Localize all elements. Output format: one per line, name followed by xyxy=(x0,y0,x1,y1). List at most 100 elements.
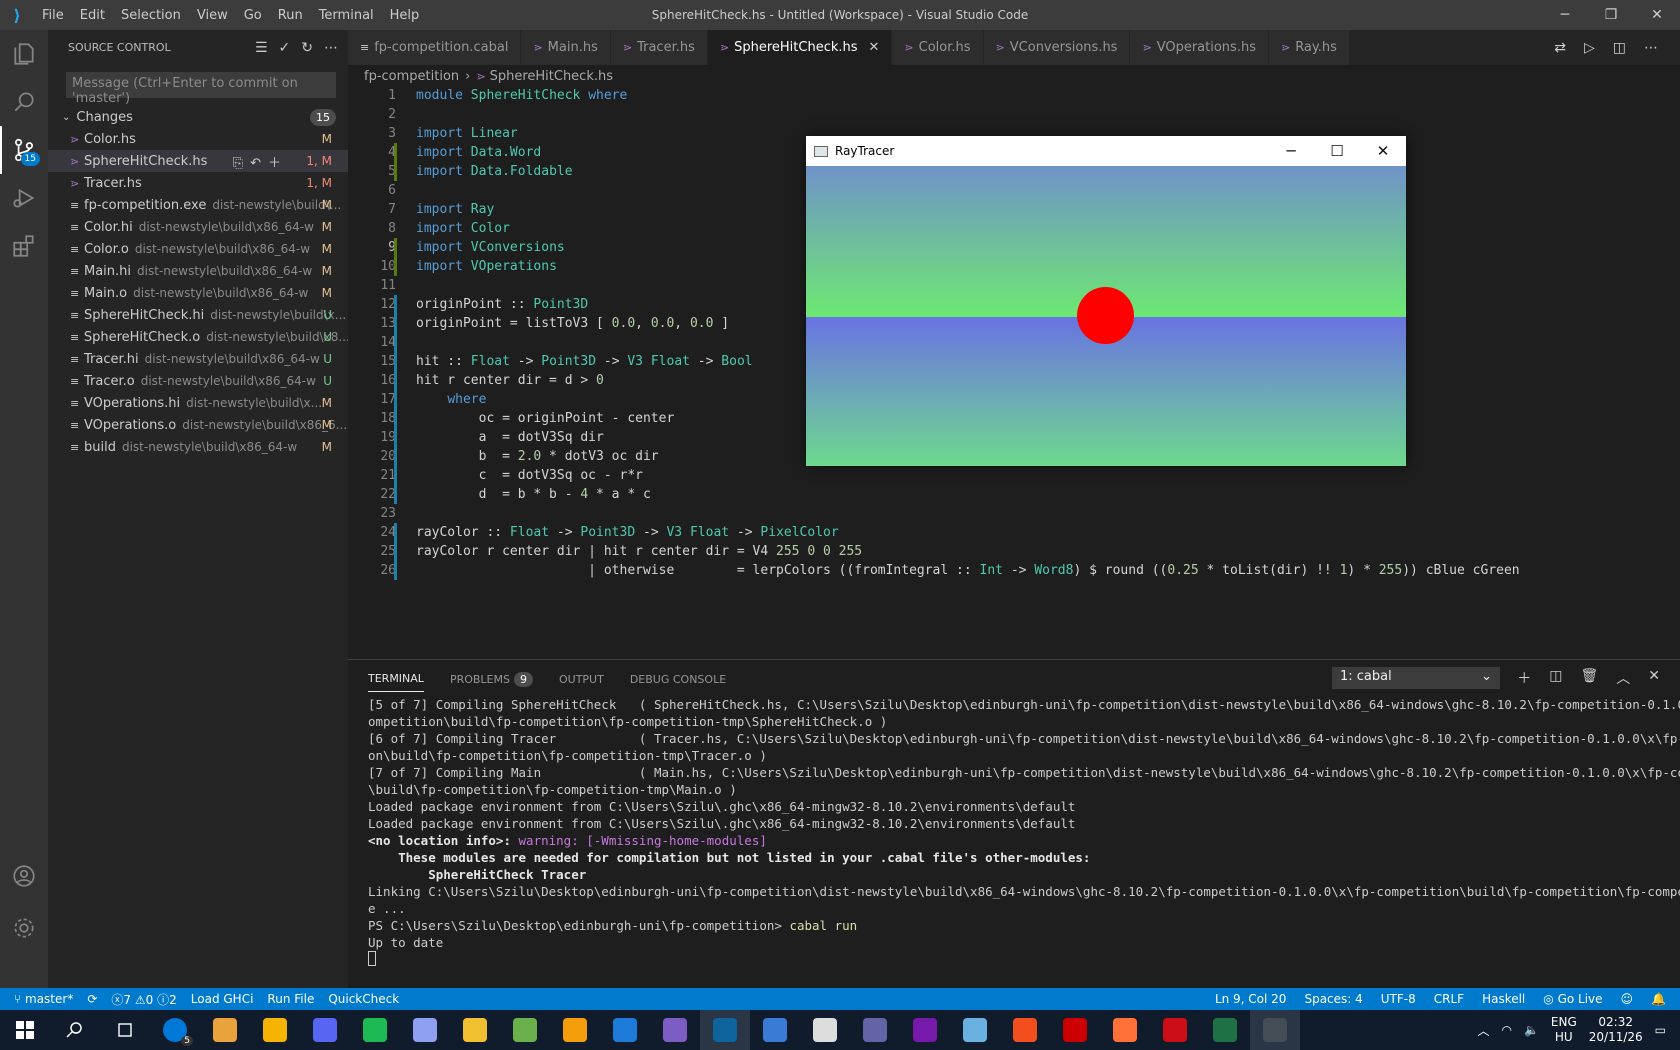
code-line[interactable]: 2 xyxy=(348,105,1548,124)
code-line[interactable]: 22 d = b * b - 4 * a * c xyxy=(348,485,1548,504)
volume-icon[interactable]: 🔈 xyxy=(1524,1023,1539,1037)
notification-center-icon[interactable]: ▭ xyxy=(1655,1023,1666,1037)
menu-run[interactable]: Run xyxy=(270,8,311,23)
taskbar-app[interactable] xyxy=(250,1010,300,1050)
refresh-icon[interactable]: ↻ xyxy=(301,40,313,56)
menu-view[interactable]: View xyxy=(189,8,236,23)
problems-indicator[interactable]: ⓧ7 ⚠0 ⓘ2 xyxy=(111,991,176,1008)
sync-icon[interactable]: ⟳ xyxy=(87,992,97,1006)
menu-file[interactable]: File xyxy=(34,8,72,23)
editor-tab[interactable]: ⋗ Main.hs xyxy=(521,30,611,65)
encoding[interactable]: UTF-8 xyxy=(1381,992,1416,1006)
taskbar-app[interactable] xyxy=(1000,1010,1050,1050)
raytracer-titlebar[interactable]: RayTracer ─ ☐ ✕ xyxy=(806,136,1406,166)
run-debug-button[interactable] xyxy=(0,174,48,222)
minimize-button[interactable]: ─ xyxy=(1542,0,1588,30)
taskbar-app[interactable] xyxy=(350,1010,400,1050)
changed-file-item[interactable]: ≡ Main.hi dist-newstyle\build\x86_64-wind.… xyxy=(48,260,348,282)
git-change-marker[interactable] xyxy=(394,238,397,276)
taskbar-app[interactable] xyxy=(750,1010,800,1050)
more-actions-icon[interactable]: ⋯ xyxy=(324,40,338,56)
cursor-position[interactable]: Ln 9, Col 20 xyxy=(1215,992,1287,1006)
maximize-panel-icon[interactable]: ︿ xyxy=(1616,668,1630,688)
taskbar-app[interactable] xyxy=(850,1010,900,1050)
menu-help[interactable]: Help xyxy=(382,8,428,23)
editor-tab[interactable]: ⋗ Tracer.hs xyxy=(610,30,708,65)
changed-file-item[interactable]: ≡ Tracer.o dist-newstyle\build\x86_64-wind… xyxy=(48,370,348,392)
code-line[interactable]: 1 module SphereHitCheck where xyxy=(348,86,1548,105)
changed-file-item[interactable]: ⋗ Color.hs M xyxy=(48,128,348,150)
feedback-icon[interactable]: ☺ xyxy=(1621,992,1634,1006)
settings-button[interactable] xyxy=(0,904,48,952)
taskbar-app[interactable] xyxy=(500,1010,550,1050)
minimap[interactable] xyxy=(1548,86,1680,646)
git-change-marker[interactable] xyxy=(394,295,397,504)
changed-file-item[interactable]: ≡ Color.hi dist-newstyle\build\x86_64-wind… xyxy=(48,216,348,238)
commit-check-icon[interactable]: ✓ xyxy=(279,40,291,56)
tab-terminal[interactable]: TERMINAL xyxy=(368,666,424,692)
code-line[interactable]: 26 | otherwise = lerpColors ((fromIntegr… xyxy=(348,561,1548,580)
restore-button[interactable]: ❐ xyxy=(1588,0,1634,30)
git-change-marker[interactable] xyxy=(394,523,397,580)
changed-file-item[interactable]: ≡ Main.o dist-newstyle\build\x86_64-windo.… xyxy=(48,282,348,304)
raytracer-minimize-button[interactable]: ─ xyxy=(1268,136,1314,166)
editor-tab[interactable]: ⋗ Color.hs xyxy=(892,30,984,65)
code-line[interactable]: 25 rayColor r center dir | hit r center d… xyxy=(348,542,1548,561)
input-language[interactable]: ENG HU xyxy=(1551,1015,1577,1045)
close-tab-icon[interactable]: ✕ xyxy=(869,40,880,55)
taskbar-app[interactable] xyxy=(950,1010,1000,1050)
breadcrumb-folder[interactable]: fp-competition xyxy=(364,69,459,84)
clock[interactable]: 02:32 20/11/26 xyxy=(1589,1015,1643,1045)
changed-file-item[interactable]: ≡ VOperations.hi dist-newstyle\build\x... M xyxy=(48,392,348,414)
close-button[interactable]: ✕ xyxy=(1634,0,1680,30)
editor-tab[interactable]: ⋗ Ray.hs xyxy=(1268,30,1350,65)
tab-debug-console[interactable]: DEBUG CONSOLE xyxy=(630,673,726,686)
menu-selection[interactable]: Selection xyxy=(113,8,189,23)
editor-tab[interactable]: ⋗ SphereHitCheck.hs ✕ xyxy=(707,30,893,65)
taskbar-app[interactable] xyxy=(800,1010,850,1050)
taskbar-app[interactable] xyxy=(1050,1010,1100,1050)
editor-tab[interactable]: ⋗ VOperations.hs xyxy=(1130,30,1269,65)
git-change-marker[interactable] xyxy=(394,143,397,181)
taskbar-app[interactable] xyxy=(300,1010,350,1050)
changed-file-item[interactable]: ≡ SphereHitCheck.o dist-newstyle\build\x8.… xyxy=(48,326,348,348)
chevron-up-icon[interactable]: ︿ xyxy=(1477,1022,1489,1039)
raytracer-maximize-button[interactable]: ☐ xyxy=(1314,136,1360,166)
view-as-tree-icon[interactable]: ☰ xyxy=(255,40,268,56)
run-icon[interactable]: ▷ xyxy=(1584,40,1595,56)
run-file-button[interactable]: Run File xyxy=(267,992,314,1006)
taskbar-app[interactable] xyxy=(1100,1010,1150,1050)
accounts-button[interactable] xyxy=(0,852,48,900)
notifications-icon[interactable]: 🔔 xyxy=(1651,992,1666,1006)
code-line[interactable]: 21 c = dotV3Sq oc - r*r xyxy=(348,466,1548,485)
taskbar-app[interactable] xyxy=(1150,1010,1200,1050)
new-terminal-icon[interactable]: ＋ xyxy=(1517,668,1531,688)
taskbar-app[interactable] xyxy=(450,1010,500,1050)
quickcheck-button[interactable]: QuickCheck xyxy=(328,992,399,1006)
menu-terminal[interactable]: Terminal xyxy=(311,8,382,23)
raytracer-close-button[interactable]: ✕ xyxy=(1360,136,1406,166)
terminal-select[interactable]: 1: cabal ⌄ xyxy=(1332,667,1500,689)
commit-message-input[interactable]: Message (Ctrl+Enter to commit on 'master… xyxy=(66,72,336,106)
end-of-line[interactable]: CRLF xyxy=(1434,992,1464,1006)
code-line[interactable]: 23 xyxy=(348,504,1548,523)
menu-go[interactable]: Go xyxy=(236,8,270,23)
trash-icon[interactable]: 🗑 xyxy=(1580,668,1598,688)
taskbar-app[interactable]: 5 xyxy=(150,1010,200,1050)
changed-file-item[interactable]: ≡ VOperations.o dist-newstyle\build\x86_6.… xyxy=(48,414,348,436)
breadcrumb-file[interactable]: SphereHitCheck.hs xyxy=(490,69,613,84)
changed-file-item[interactable]: ⋗ Tracer.hs 1, M xyxy=(48,172,348,194)
taskbar-app[interactable] xyxy=(200,1010,250,1050)
menu-edit[interactable]: Edit xyxy=(72,8,113,23)
language-mode[interactable]: Haskell xyxy=(1482,992,1525,1006)
tab-problems[interactable]: PROBLEMS 9 xyxy=(450,671,533,687)
split-terminal-icon[interactable]: ◫ xyxy=(1549,668,1562,688)
terminal-output[interactable]: [5 of 7] Compiling SphereHitCheck ( Sphe… xyxy=(368,696,1680,970)
taskbar-app[interactable] xyxy=(550,1010,600,1050)
taskbar-app[interactable] xyxy=(700,1010,750,1050)
explorer-button[interactable] xyxy=(0,30,48,78)
indentation[interactable]: Spaces: 4 xyxy=(1304,992,1362,1006)
taskbar-app[interactable] xyxy=(600,1010,650,1050)
close-panel-icon[interactable]: ✕ xyxy=(1648,668,1660,688)
start-button[interactable] xyxy=(0,1010,50,1050)
